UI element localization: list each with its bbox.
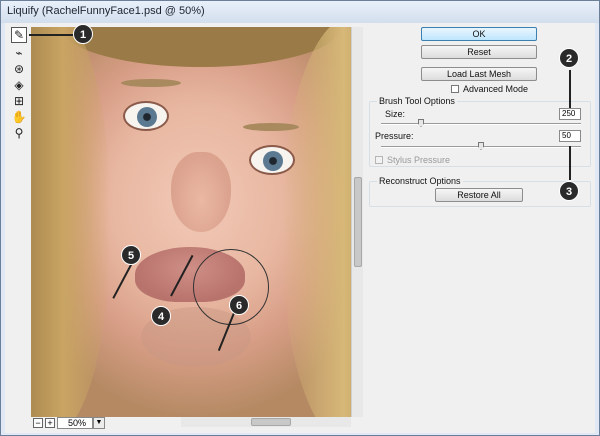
arrow (112, 262, 133, 299)
zoom-dropdown-button[interactable]: ▼ (93, 417, 105, 429)
size-field[interactable]: 250 (559, 108, 581, 120)
restore-all-button[interactable]: Restore All (435, 188, 523, 202)
window-title: Liquify (RachelFunnyFace1.psd @ 50%) (7, 5, 205, 17)
pressure-label: Pressure: (375, 131, 414, 141)
dialog-body: ✎ ⌁ ⊛ ◈ ⊞ ✋ ⚲ 5 4 6 1 − + 50% ▼ OK Reset… (5, 23, 595, 433)
load-last-mesh-button[interactable]: Load Last Mesh (421, 67, 537, 81)
hair (281, 27, 351, 417)
reset-button[interactable]: Reset (421, 45, 537, 59)
callout-2: 2 (559, 48, 579, 68)
forward-warp-tool-icon[interactable]: ✎ (11, 27, 27, 43)
brush-cursor (193, 249, 269, 325)
scroll-thumb[interactable] (251, 418, 291, 426)
arrow (29, 34, 73, 36)
hair (31, 27, 111, 417)
advanced-mode-label: Advanced Mode (463, 84, 529, 94)
advanced-mode-checkbox[interactable] (451, 85, 459, 93)
image-preview[interactable]: 5 4 6 (31, 27, 351, 417)
horizontal-scrollbar[interactable] (181, 417, 351, 427)
vertical-scrollbar[interactable] (351, 27, 363, 417)
pucker-tool-icon[interactable]: ⊛ (11, 61, 27, 77)
liquify-dialog: Liquify (RachelFunnyFace1.psd @ 50%) ✎ ⌁… (0, 0, 600, 436)
eyebrow (243, 123, 299, 131)
scroll-thumb[interactable] (354, 177, 362, 267)
arrow (569, 70, 571, 108)
stylus-pressure-checkbox[interactable] (375, 156, 383, 164)
arrow (569, 146, 571, 180)
zoom-out-button[interactable]: − (33, 418, 43, 428)
callout-4: 4 (151, 306, 171, 326)
stylus-pressure-label: Stylus Pressure (387, 155, 451, 165)
size-slider-track[interactable] (381, 123, 581, 125)
zoom-in-button[interactable]: + (45, 418, 55, 428)
reconstruct-tool-icon[interactable]: ⌁ (11, 45, 27, 61)
ok-button[interactable]: OK (421, 27, 537, 41)
callout-6: 6 (229, 295, 249, 315)
eye (249, 145, 295, 175)
push-left-tool-icon[interactable]: ⊞ (11, 93, 27, 109)
hand-tool-icon[interactable]: ✋ (11, 109, 27, 125)
title-bar[interactable]: Liquify (RachelFunnyFace1.psd @ 50%) (1, 1, 599, 23)
brush-tool-options-title: Brush Tool Options (377, 96, 457, 106)
zoom-level-field[interactable]: 50% (57, 417, 93, 429)
callout-3: 3 (559, 181, 579, 201)
eye (123, 101, 169, 131)
callout-1: 1 (73, 24, 93, 44)
eyebrow (121, 79, 181, 87)
reconstruct-options-title: Reconstruct Options (377, 176, 463, 186)
bloat-tool-icon[interactable]: ◈ (11, 77, 27, 93)
callout-5: 5 (121, 245, 141, 265)
hair (61, 27, 341, 67)
pressure-field[interactable]: 50 (559, 130, 581, 142)
size-label: Size: (385, 109, 406, 119)
nose (171, 152, 231, 232)
zoom-tool-icon[interactable]: ⚲ (11, 125, 27, 141)
